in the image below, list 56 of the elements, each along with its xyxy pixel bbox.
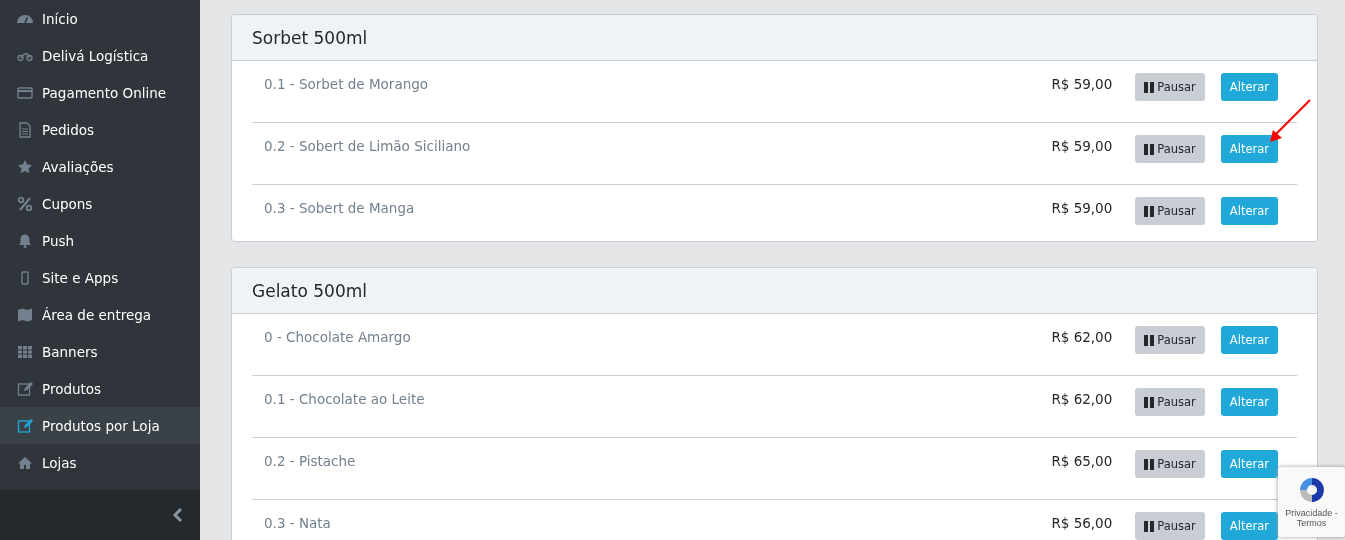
captcha-links[interactable]: Privacidade - Termos: [1278, 508, 1345, 528]
product-name: 0.1 - Sorbet de Morango: [263, 75, 430, 92]
sidebar-item[interactable]: Pedidos: [0, 111, 200, 148]
pause-icon: [1144, 334, 1155, 346]
pause-button[interactable]: Pausar: [1135, 512, 1205, 540]
product-price: R$ 59,00: [1051, 137, 1113, 154]
chevron-left-icon[interactable]: [172, 507, 184, 523]
sidebar-item[interactable]: Delivá Logística: [0, 37, 200, 74]
credit-card-icon: [17, 84, 33, 101]
sidebar-item[interactable]: Área de entrega: [0, 296, 200, 333]
sidebar-item[interactable]: Cupons: [0, 185, 200, 222]
pause-button[interactable]: Pausar: [1135, 197, 1205, 225]
sidebar-item[interactable]: Pagamento Online: [0, 74, 200, 111]
gauge-icon: [17, 14, 33, 23]
document-icon: [17, 121, 33, 138]
pause-button[interactable]: Pausar: [1135, 73, 1205, 101]
house-icon: [17, 454, 33, 471]
category-title: Sorbet 500ml: [232, 15, 1317, 61]
table-icon: [17, 343, 33, 360]
product-price: R$ 62,00: [1051, 328, 1113, 345]
pause-button[interactable]: Pausar: [1135, 135, 1205, 163]
pause-icon: [1144, 143, 1155, 155]
sidebar-item[interactable]: Site e Apps: [0, 259, 200, 296]
sidebar-item[interactable]: Início: [0, 0, 200, 37]
pause-icon: [1144, 396, 1155, 408]
product-name: 0.2 - Sobert de Limão Siciliano: [263, 137, 472, 154]
sidebar-item[interactable]: Push: [0, 222, 200, 259]
star-icon: [17, 158, 33, 175]
product-name: 0.1 - Chocolate ao Leite: [263, 390, 426, 407]
pause-icon: [1144, 458, 1155, 470]
map-icon: [17, 306, 33, 323]
percent-icon: [17, 195, 33, 212]
bell-icon: [17, 232, 33, 249]
product-name: 0.3 - Sobert de Manga: [263, 199, 416, 216]
sidebar-item[interactable]: Avaliações: [0, 148, 200, 185]
edit-icon: [17, 417, 33, 434]
sidebar-item[interactable]: Lojas: [0, 444, 200, 481]
pause-button[interactable]: Pausar: [1135, 326, 1205, 354]
pause-icon: [1144, 81, 1155, 93]
product-name: 0.3 - Nata: [263, 514, 332, 531]
sidebar-item[interactable]: Produtos por Loja: [0, 407, 200, 444]
pause-icon: [1144, 520, 1155, 532]
edit-icon: [17, 380, 33, 397]
product-price: R$ 59,00: [1051, 75, 1113, 92]
product-price: R$ 65,00: [1051, 452, 1113, 469]
product-price: R$ 62,00: [1051, 390, 1113, 407]
pause-button[interactable]: Pausar: [1135, 450, 1205, 478]
sidebar-item[interactable]: Produtos: [0, 370, 200, 407]
pause-button[interactable]: Pausar: [1135, 388, 1205, 416]
product-name: 0.2 - Pistache: [263, 452, 357, 469]
pause-icon: [1144, 205, 1155, 217]
category-title: Gelato 500ml: [232, 268, 1317, 314]
sidebar-item[interactable]: Banners: [0, 333, 200, 370]
product-price: R$ 59,00: [1051, 199, 1113, 216]
product-name: 0 - Chocolate Amargo: [263, 328, 412, 345]
product-price: R$ 56,00: [1051, 514, 1113, 531]
